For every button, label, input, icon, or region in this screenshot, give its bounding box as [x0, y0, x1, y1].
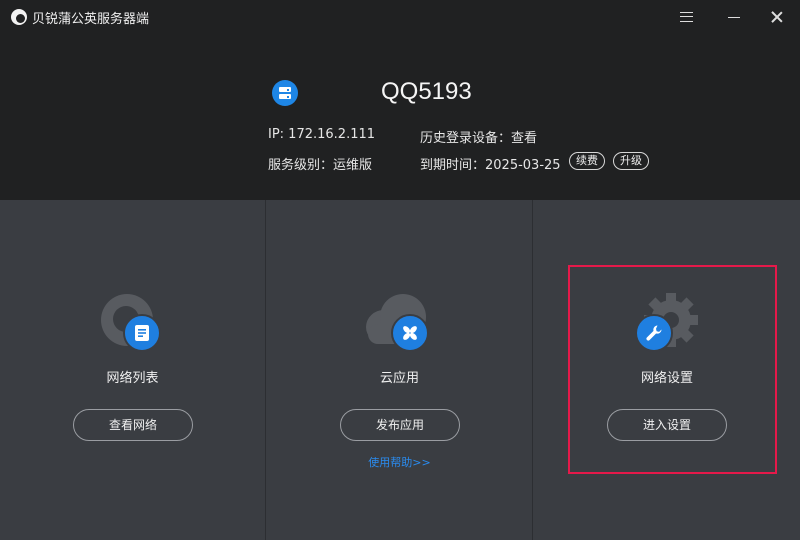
hamburger-icon [679, 12, 693, 22]
service-level: 服务级别：运维版 [268, 158, 373, 173]
renew-button[interactable]: 续费 [569, 152, 605, 170]
panel-cloud-app: 云应用 发布应用 使用帮助>> [267, 200, 533, 540]
app-logo-icon [11, 9, 27, 25]
help-link[interactable]: 使用帮助>> [267, 454, 532, 470]
close-button[interactable] [764, 5, 790, 29]
enter-settings-button[interactable]: 进入设置 [607, 409, 727, 441]
ip-address: IP: 172.16.2.111 [268, 127, 376, 142]
upgrade-button[interactable]: 升级 [613, 152, 649, 170]
history-devices-link[interactable]: 历史登录设备：查看 [420, 127, 537, 146]
close-icon [771, 11, 783, 23]
server-icon [272, 80, 298, 106]
cloud-app-icon [366, 290, 436, 356]
view-network-button[interactable]: 查看网络 [73, 409, 193, 441]
panel-network-settings: 网络设置 进入设置 [534, 200, 800, 540]
publish-app-button[interactable]: 发布应用 [340, 409, 460, 441]
header-area: 贝锐蒲公英服务器端 QQ5193 IP: 172.16.2.111 服务级别：运… [0, 0, 800, 200]
title-bar: 贝锐蒲公英服务器端 [0, 0, 800, 34]
menu-button[interactable] [673, 5, 699, 29]
feature-label-network-settings: 网络设置 [640, 371, 693, 386]
feature-label-network-list: 网络列表 [106, 371, 159, 386]
panel-network-list: 网络列表 查看网络 [0, 200, 266, 540]
expire-date: 到期时间：2025-03-25 [420, 158, 561, 173]
app-title: 贝锐蒲公英服务器端 [32, 12, 150, 27]
feature-label-cloud-app: 云应用 [379, 371, 419, 386]
minimize-icon [728, 16, 740, 18]
network-list-icon [99, 290, 169, 356]
device-id: QQ5193 [381, 78, 472, 105]
minimize-button[interactable] [721, 5, 747, 29]
network-settings-icon [634, 290, 704, 356]
